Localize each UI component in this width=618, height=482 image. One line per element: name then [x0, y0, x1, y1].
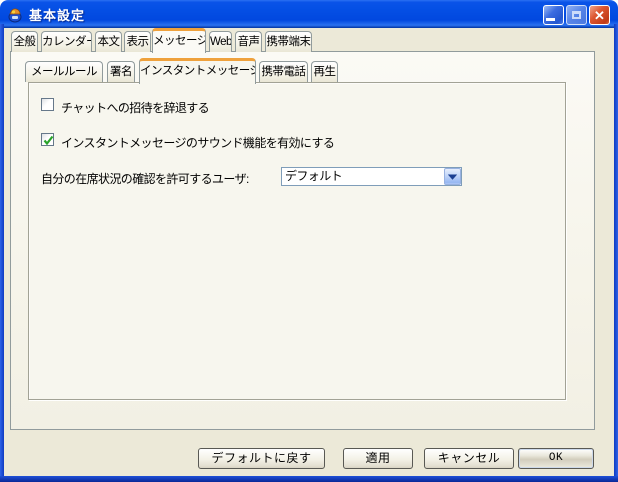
restore-defaults-button[interactable]: デフォルトに戻す — [198, 448, 325, 469]
maximize-icon — [572, 11, 581, 19]
window-title: 基本設定 — [29, 5, 85, 24]
tab-signature[interactable]: 署名 — [107, 61, 135, 82]
presence-label: 自分の在席状況の確認を許可するユーザ: — [41, 170, 249, 187]
im-sound-label: インスタントメッセージのサウンド機能を有効にする — [61, 134, 334, 151]
tab-mobile-phone[interactable]: 携帯電話 — [259, 61, 308, 82]
ok-button[interactable]: OK — [518, 448, 594, 469]
maximize-button[interactable] — [566, 5, 587, 25]
tab-calendar[interactable]: カレンダー — [41, 31, 92, 52]
instant-message-panel: チャットへの招待を辞退する インスタントメッセージのサウンド機能を有効にする 自… — [28, 82, 566, 400]
presence-selected-value: デフォルト — [282, 168, 461, 185]
tab-audio[interactable]: 音声 — [235, 31, 262, 52]
chevron-down-icon — [448, 174, 457, 180]
close-icon: ✕ — [594, 9, 605, 22]
cancel-button[interactable]: キャンセル — [424, 448, 514, 469]
app-icon — [7, 6, 24, 23]
decline-chat-checkbox[interactable] — [41, 98, 54, 111]
tab-instant-message[interactable]: インスタントメッセージ — [139, 58, 256, 84]
window-border-right — [614, 24, 618, 482]
check-icon — [42, 134, 55, 147]
minimize-button[interactable] — [543, 5, 564, 25]
tab-display[interactable]: 表示 — [124, 31, 151, 52]
tab-general[interactable]: 全般 — [11, 31, 38, 52]
presence-user-select[interactable]: デフォルト — [281, 167, 462, 186]
titlebar[interactable]: 基本設定 ✕ — [0, 0, 618, 28]
minimize-icon — [546, 18, 555, 21]
preferences-dialog: 基本設定 ✕ 全般 カレンダー 本文 表示 メッセージ Web 音声 携帯端末 … — [0, 0, 618, 482]
window-border-bottom — [0, 476, 618, 482]
tab-web[interactable]: Web — [209, 31, 232, 52]
im-sound-checkbox[interactable] — [41, 133, 54, 146]
tab-playback[interactable]: 再生 — [311, 61, 338, 82]
window-border-left — [0, 24, 4, 482]
apply-button[interactable]: 適用 — [343, 448, 413, 469]
decline-chat-row: チャットへの招待を辞退する — [41, 98, 209, 116]
tab-mobile-device[interactable]: 携帯端末 — [265, 31, 312, 52]
close-button[interactable]: ✕ — [589, 5, 610, 25]
tab-mail-rules[interactable]: メールルール — [25, 61, 103, 82]
combo-dropdown-button[interactable] — [444, 168, 461, 185]
tab-message[interactable]: メッセージ — [152, 28, 206, 53]
decline-chat-label: チャットへの招待を辞退する — [61, 99, 209, 116]
tab-body[interactable]: 本文 — [95, 31, 122, 52]
im-sound-row: インスタントメッセージのサウンド機能を有効にする — [41, 133, 334, 151]
